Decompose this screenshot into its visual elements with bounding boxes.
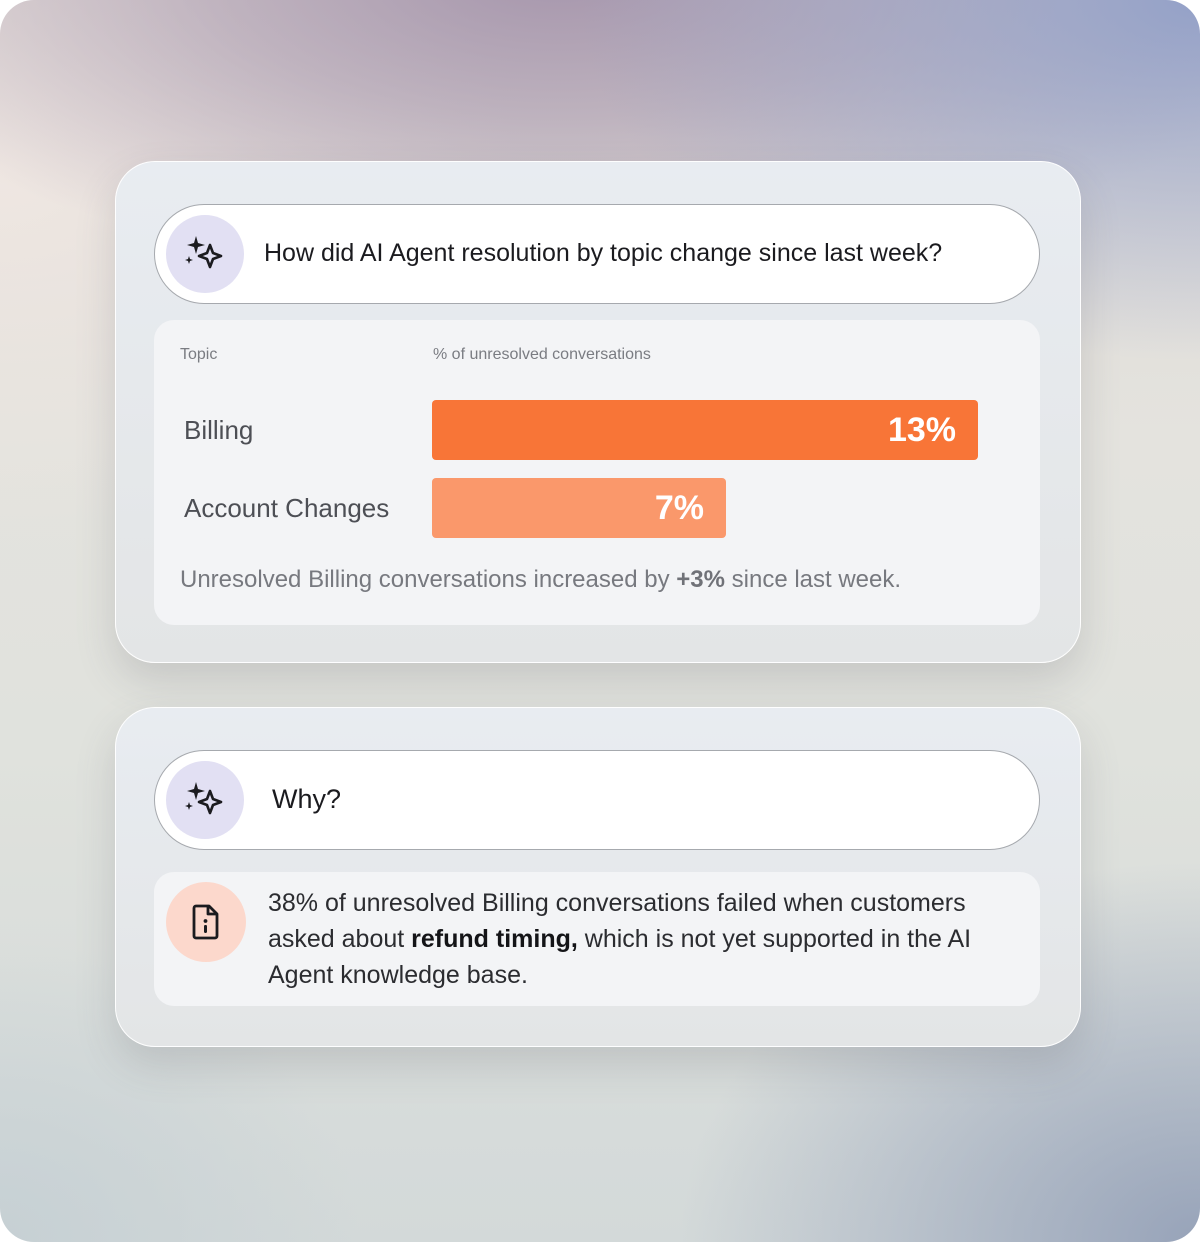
bar-track-billing: 13% — [432, 400, 978, 460]
followup-prompt-text: Why? — [272, 784, 342, 814]
sparkle-icon — [185, 236, 223, 269]
topic-label-account-changes: Account Changes — [184, 493, 390, 523]
summary-highlight: +3% — [676, 566, 725, 593]
answer-text: 38% of unresolved Billing conversations … — [268, 885, 988, 993]
topic-table-panel: Topic % of unresolved conversations Bill… — [154, 320, 1040, 625]
column-header-topic: Topic — [180, 346, 218, 363]
bar-account-changes: 7% — [432, 478, 726, 538]
prompt-text: How did AI Agent resolution by topic cha… — [264, 239, 943, 267]
bar-value-account-changes: 7% — [654, 488, 704, 527]
background-frame: How did AI Agent resolution by topic cha… — [0, 0, 1200, 1242]
topic-label-billing: Billing — [184, 415, 254, 445]
sparkle-badge — [166, 215, 244, 293]
summary-text: Unresolved Billing conversations increas… — [180, 566, 901, 594]
answer-highlight: refund timing, — [411, 925, 578, 953]
sparkle-icon — [185, 782, 223, 815]
info-badge — [166, 882, 246, 962]
summary-suffix: since last week. — [724, 566, 902, 593]
bar-track-account-changes: 7% — [432, 478, 978, 538]
answer-panel: 38% of unresolved Billing conversations … — [154, 872, 1040, 1006]
column-header-metric: % of unresolved conversations — [433, 346, 651, 363]
bar-value-billing: 13% — [887, 410, 956, 449]
prompt-bubble[interactable]: How did AI Agent resolution by topic cha… — [154, 204, 1040, 304]
document-info-icon — [192, 904, 219, 940]
sparkle-badge — [166, 761, 244, 839]
followup-prompt-bubble[interactable]: Why? — [154, 750, 1040, 850]
question-card: How did AI Agent resolution by topic cha… — [115, 161, 1081, 663]
summary-prefix: Unresolved Billing conversations increas… — [180, 566, 677, 593]
bar-billing: 13% — [432, 400, 978, 460]
followup-card: Why? 38% of unresolved Billing conversat… — [115, 707, 1081, 1047]
